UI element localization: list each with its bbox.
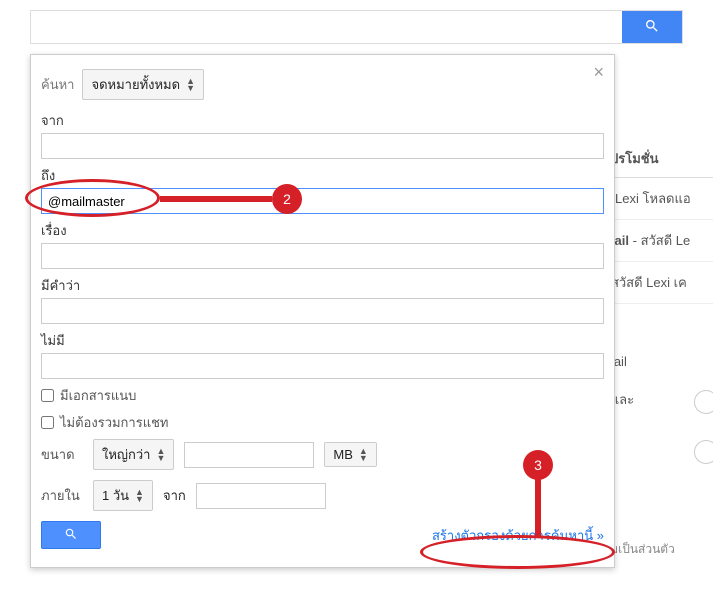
side-circle-icon[interactable] [694, 440, 713, 464]
not-input[interactable] [41, 353, 604, 379]
search-scope-label: ค้นหา [41, 74, 74, 95]
subject-input[interactable] [41, 243, 604, 269]
close-icon[interactable]: × [593, 63, 604, 81]
create-filter-link[interactable]: สร้างตัวกรองด้วยการค้นหานี้ » [432, 525, 604, 546]
search-scope-select[interactable]: จดหมายทั้งหมด ▲▼ [82, 69, 204, 100]
date-range-select[interactable]: 1 วัน ▲▼ [93, 480, 153, 511]
advanced-search-panel: × ค้นหา จดหมายทั้งหมด ▲▼ จาก ถึง เรื่อง … [30, 54, 615, 568]
exclude-chat-checkbox[interactable] [41, 416, 54, 429]
not-label: ไม่มี [41, 330, 604, 351]
updown-icon: ▲▼ [186, 78, 195, 92]
top-search-button[interactable] [622, 11, 682, 43]
from-label: จาก [41, 110, 604, 131]
search-icon [64, 527, 78, 544]
has-words-input[interactable] [41, 298, 604, 324]
from-input[interactable] [41, 133, 604, 159]
to-label: ถึง [41, 165, 604, 186]
top-search-input[interactable] [31, 11, 622, 43]
size-operator-select[interactable]: ใหญ่กว่า ▲▼ [93, 439, 174, 470]
search-icon [644, 18, 660, 37]
has-words-label: มีคำว่า [41, 275, 604, 296]
has-attachment-checkbox[interactable] [41, 389, 54, 402]
size-value-input[interactable] [184, 442, 314, 468]
size-label: ขนาด [41, 444, 83, 465]
updown-icon: ▲▼ [359, 448, 368, 462]
date-from-label: จาก [163, 485, 186, 506]
exclude-chat-label: ไม่ต้องรวมการแชท [60, 412, 168, 433]
subject-label: เรื่อง [41, 220, 604, 241]
date-from-input[interactable] [196, 483, 326, 509]
date-range-value: 1 วัน [102, 485, 129, 506]
updown-icon: ▲▼ [135, 489, 144, 503]
updown-icon: ▲▼ [156, 448, 165, 462]
top-search-bar [30, 10, 683, 44]
search-button[interactable] [41, 521, 101, 549]
to-input[interactable] [41, 188, 604, 214]
size-operator-value: ใหญ่กว่า [102, 444, 150, 465]
date-within-label: ภายใน [41, 485, 83, 506]
has-attachment-label: มีเอกสารแนบ [60, 385, 136, 406]
search-scope-value: จดหมายทั้งหมด [91, 74, 180, 95]
size-unit-value: MB [333, 447, 353, 462]
size-unit-select[interactable]: MB ▲▼ [324, 442, 376, 467]
side-circle-icon[interactable] [694, 390, 713, 414]
